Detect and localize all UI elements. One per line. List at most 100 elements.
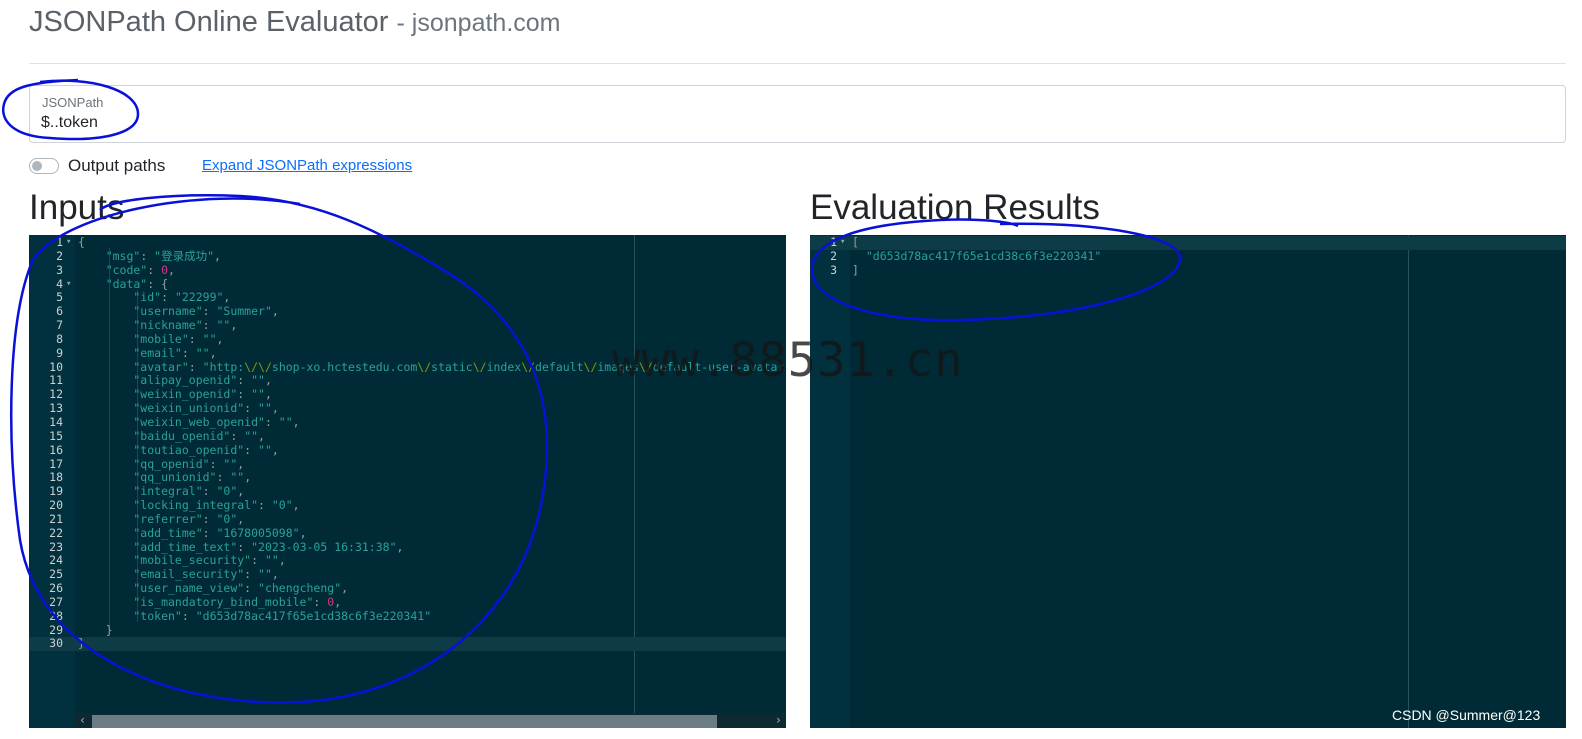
line-number: 11 (49, 373, 63, 388)
line-number: 29 (49, 622, 63, 637)
inputs-code-lines: 1 ▾{2 "msg": "登录成功", 3 "code": 0, 4 ▾ "data"… (29, 235, 786, 652)
code-text: "weixin_openid": "", (78, 387, 272, 402)
inputs-heading: Inputs (29, 188, 125, 227)
code-line: 5 "id": "22299", (29, 290, 786, 305)
line-number: 12 (49, 387, 63, 402)
app-title: JSONPath Online Evaluator (29, 6, 389, 38)
jsonpath-input[interactable] (41, 112, 1441, 134)
code-line: 20 "locking_integral": "0", (29, 498, 786, 513)
inputs-horizontal-scrollbar[interactable]: ‹ › (75, 713, 786, 728)
code-line: 15 "baidu_openid": "", (29, 428, 786, 444)
inputs-editor[interactable]: 1 ▾{2 "msg": "登录成功", 3 "code": 0, 4 ▾ "data"… (29, 235, 786, 728)
code-line: 17 "qq_openid": "", (29, 456, 786, 472)
code-line: 2 "d653d78ac417f65e1cd38c6f3e220341" (810, 248, 1566, 264)
line-number: 25 (49, 567, 63, 582)
code-text: "d653d78ac417f65e1cd38c6f3e220341" (852, 248, 1102, 263)
code-text: "weixin_web_openid": "", (78, 414, 300, 429)
line-number: 9 (56, 345, 63, 360)
line-number: 3 (56, 262, 63, 277)
line-number: 8 (56, 331, 63, 346)
code-line: 13 "weixin_unionid": "", (29, 401, 786, 416)
code-text: } (78, 622, 113, 637)
code-line: 25 "email_security": "", (29, 567, 786, 582)
results-code-lines: 1 ▾[2 "d653d78ac417f65e1cd38c6f3e220341" 3… (810, 235, 1566, 278)
code-line: 26 "user_name_view": "chengcheng", (29, 581, 786, 596)
line-number: 7 (56, 318, 63, 333)
line-number: 10 (49, 359, 63, 374)
code-text: "id": "22299", (78, 290, 231, 305)
code-line: 8 "mobile": "", (29, 331, 786, 347)
code-line: 11 "alipay_openid": "", (29, 374, 786, 388)
code-line: 28 "token": "d653d78ac417f65e1cd38c6f3e2… (29, 609, 786, 624)
code-text: "weixin_unionid": "", (78, 401, 279, 416)
code-text: "locking_integral": "0", (78, 498, 300, 513)
fold-arrow-icon[interactable]: ▾ (66, 278, 71, 292)
code-line: 30} (29, 636, 786, 652)
code-line: 16 "toutiao_openid": "", (29, 442, 786, 458)
results-heading: Evaluation Results (810, 188, 1100, 227)
line-number: 22 (49, 525, 63, 540)
line-number: 3 (830, 262, 837, 277)
code-text: "email_security": "", (78, 567, 279, 582)
line-number: 20 (49, 498, 63, 513)
code-text: "alipay_openid": "", (78, 373, 272, 388)
line-number: 30 (49, 636, 63, 651)
code-line: 2 "msg": "登录成功", (29, 248, 786, 264)
code-line: 1 ▾ [ (810, 235, 1566, 250)
line-number: 2 (830, 248, 837, 263)
code-text: [ (852, 235, 859, 249)
code-text: "mobile": "", (78, 331, 224, 346)
line-number: 16 (49, 442, 63, 457)
code-text: "qq_unionid": "", (78, 470, 252, 485)
scrollbar-thumb[interactable] (92, 715, 717, 728)
fold-arrow-icon[interactable]: ▾ (66, 236, 71, 250)
code-line: 9 "email": "", (29, 345, 786, 361)
results-editor[interactable]: 1 ▾[2 "d653d78ac417f65e1cd38c6f3e220341" 3… (810, 235, 1566, 728)
line-number: 15 (49, 428, 63, 443)
code-line: 27 "is_mandatory_bind_mobile": 0, (29, 595, 786, 610)
code-line: 6 "username": "Summer", (29, 304, 786, 319)
line-number: 13 (49, 401, 63, 416)
code-text: } (78, 636, 85, 651)
line-number: 5 (56, 290, 63, 305)
expand-jsonpath-link[interactable]: Expand JSONPath expressions (202, 157, 412, 174)
line-number: 17 (49, 456, 63, 471)
code-text: "username": "Summer", (78, 304, 279, 319)
code-line: 24 "mobile_security": "", (29, 553, 786, 568)
code-line: 21 "referrer": "0", (29, 511, 786, 527)
line-number: 6 (56, 304, 63, 319)
code-line: 29 } (29, 622, 786, 638)
scroll-left-icon[interactable]: ‹ (79, 713, 86, 728)
code-text: "nickname": "", (78, 318, 238, 333)
code-line: 10 "avatar": "http:\/\/shop-xo.hctestedu… (29, 359, 786, 375)
output-paths-label: Output paths (68, 156, 166, 175)
code-line: 19 "integral": "0", (29, 484, 786, 499)
jsonpath-field[interactable]: JSONPath (29, 85, 1566, 143)
line-number: 23 (49, 539, 63, 554)
toggle-knob (32, 161, 42, 171)
code-text: "code": 0, (78, 262, 175, 277)
code-line: 14 "weixin_web_openid": "", (29, 414, 786, 430)
csdn-credit: CSDN @Summer@123 (1392, 707, 1541, 723)
line-number: 21 (49, 511, 63, 526)
code-text: "qq_openid": "", (78, 456, 245, 471)
code-text: "avatar": "http:\/\/shop-xo.hctestedu.co… (78, 359, 785, 374)
code-text: "integral": "0", (78, 484, 245, 499)
code-text: "msg": "登录成功", (78, 248, 221, 263)
code-text: "referrer": "0", (78, 511, 245, 526)
results-gutter (810, 235, 850, 728)
code-text: "toutiao_openid": "", (78, 442, 279, 457)
code-text: "baidu_openid": "", (78, 428, 265, 443)
line-number: 1 (830, 235, 837, 249)
code-text: "data": { (78, 276, 169, 291)
code-line: 3] (810, 262, 1566, 278)
output-paths-toggle[interactable] (29, 158, 59, 174)
code-line: 22 "add_time": "1678005098", (29, 525, 786, 541)
scroll-right-icon[interactable]: › (775, 713, 782, 728)
line-number: 4 (56, 276, 63, 291)
print-margin (1408, 235, 1409, 728)
code-text: { (78, 235, 85, 249)
page-title: JSONPath Online Evaluator - jsonpath.com (29, 6, 561, 39)
fold-arrow-icon[interactable]: ▾ (840, 236, 845, 250)
code-line: 23 "add_time_text": "2023-03-05 16:31:38… (29, 539, 786, 555)
